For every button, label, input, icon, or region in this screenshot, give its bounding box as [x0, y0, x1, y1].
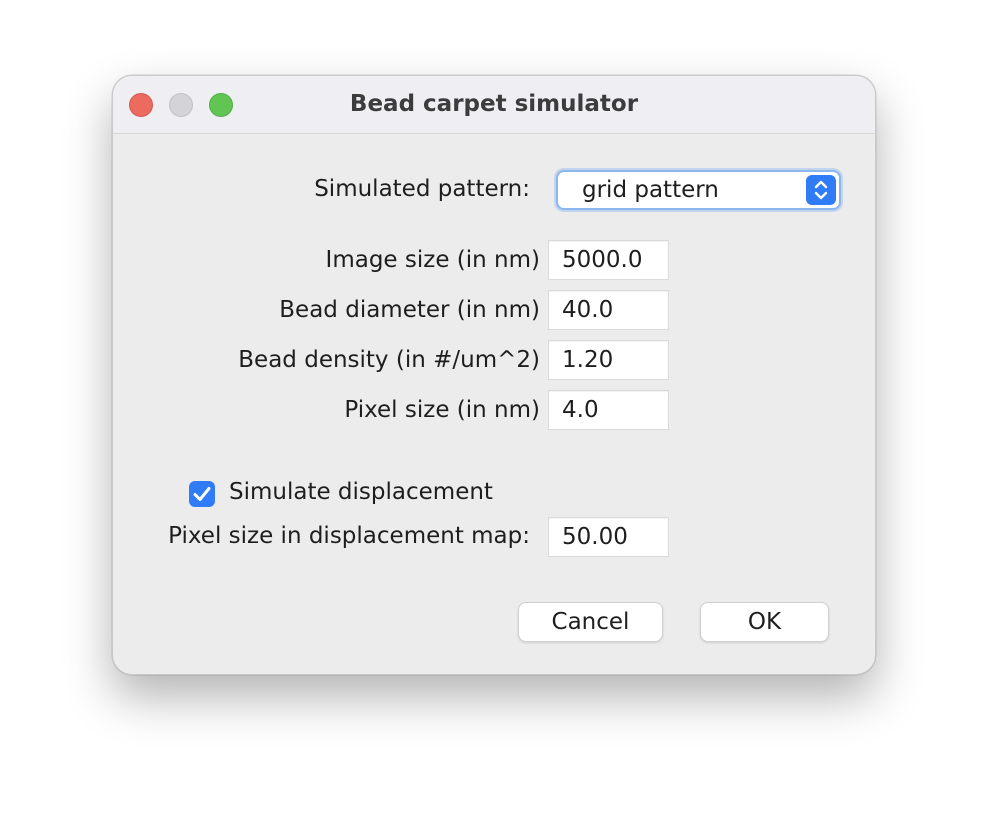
- up-down-chevron-icon[interactable]: [806, 175, 836, 205]
- bead-density-input[interactable]: 1.20: [548, 340, 669, 380]
- bead-density-label: Bead density (in #/um^2): [238, 347, 540, 373]
- pixel-size-label: Pixel size (in nm): [344, 397, 540, 423]
- simulate-displacement-label[interactable]: Simulate displacement: [229, 479, 493, 505]
- simulated-pattern-value: grid pattern: [582, 177, 719, 203]
- simulate-displacement-checkbox[interactable]: [189, 481, 215, 507]
- simulated-pattern-select[interactable]: grid pattern: [556, 170, 841, 210]
- pixel-size-input[interactable]: 4.0: [548, 390, 669, 430]
- image-size-label: Image size (in nm): [325, 247, 540, 273]
- dialog-window: Bead carpet simulator Simulated pattern:…: [112, 75, 876, 675]
- image-size-input[interactable]: 5000.0: [548, 240, 669, 280]
- displacement-map-pixel-size-label: Pixel size in displacement map:: [168, 523, 530, 549]
- simulated-pattern-label: Simulated pattern:: [314, 176, 530, 202]
- ok-button[interactable]: OK: [700, 602, 829, 642]
- bead-diameter-label: Bead diameter (in nm): [279, 297, 540, 323]
- checkmark-icon: [193, 487, 211, 501]
- window-title: Bead carpet simulator: [349, 91, 639, 117]
- cancel-button[interactable]: Cancel: [518, 602, 663, 642]
- bead-diameter-input[interactable]: 40.0: [548, 290, 669, 330]
- title-bar[interactable]: Bead carpet simulator: [113, 76, 875, 134]
- displacement-map-pixel-size-input[interactable]: 50.00: [548, 517, 669, 557]
